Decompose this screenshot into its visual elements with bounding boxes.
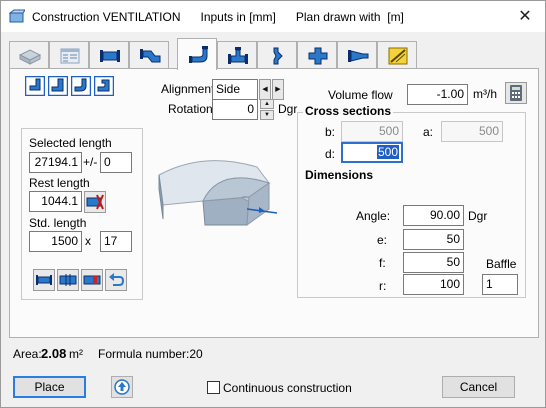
table-icon [60, 48, 80, 64]
r-label: r: [379, 279, 387, 293]
undo-icon [105, 269, 127, 291]
offset-duct-icon [140, 49, 161, 63]
e-label: e: [377, 233, 388, 247]
alignment-select[interactable]: Side [212, 79, 258, 100]
tolerance-sign: +/- [83, 155, 98, 169]
volume-flow-unit: m³/h [473, 87, 497, 101]
bend-type-1-icon [25, 76, 45, 96]
selected-length-label: Selected length [29, 136, 112, 150]
bend-duct-icon [189, 46, 208, 63]
up-arrow-button[interactable] [111, 376, 133, 398]
dialog-window: Construction VENTILATION Inputs in [mm] … [0, 0, 546, 408]
f-input[interactable]: 50 [403, 252, 464, 273]
straight-duct-icon [100, 50, 120, 62]
place-button[interactable]: Place [13, 376, 86, 398]
bend-type-3-icon [71, 76, 91, 96]
duct-segment-icon [33, 269, 55, 291]
bend-type-2-button[interactable] [48, 76, 68, 96]
rotation-spinner[interactable]: ▲ ▼ [260, 99, 274, 120]
bend-type-4-icon [94, 76, 114, 96]
dimensions-title: Dimensions [303, 168, 376, 182]
volume-flow-input[interactable]: -1.00 [407, 84, 468, 105]
d-input-value: 500 [376, 145, 399, 159]
a-label: a: [423, 125, 434, 139]
rotation-input[interactable]: 0 [212, 99, 258, 120]
std-length-label: Std. length [29, 216, 87, 230]
tab-straight-duct[interactable] [89, 41, 129, 69]
cut-duct-icon [84, 191, 106, 213]
selected-length-input[interactable]: 27194.1 [29, 152, 82, 173]
cross-sections-title: Cross sections [303, 104, 394, 118]
angle-input[interactable]: 90.00 [403, 205, 464, 226]
angle-unit: Dgr [468, 209, 488, 223]
tee-duct-icon [228, 47, 248, 64]
bend-type-4-button[interactable] [94, 76, 114, 96]
bend-preview-icon [158, 160, 278, 227]
area-label: Area: [13, 347, 42, 361]
baffle-input[interactable]: 1 [482, 274, 518, 295]
d-label: d: [325, 147, 336, 161]
e-input[interactable]: 50 [403, 229, 464, 250]
cut-length-button[interactable] [84, 191, 106, 213]
b-label: b: [325, 125, 336, 139]
std-length-input[interactable]: 1500 [29, 231, 82, 252]
std-count-input[interactable]: 17 [100, 231, 132, 252]
angle-label: Angle: [356, 209, 391, 223]
f-label: f: [379, 256, 386, 270]
rotation-label: Rotation [168, 102, 213, 116]
alignment-next-button[interactable]: ▶ [272, 79, 284, 100]
tab-tee-duct[interactable] [217, 41, 257, 69]
continuous-construction-label[interactable]: Continuous construction [223, 381, 352, 395]
rotation-up-button[interactable]: ▲ [260, 99, 274, 109]
diagonal-duct-icon [388, 47, 408, 65]
app-duct-icon [9, 9, 25, 23]
close-icon[interactable]: ✕ [515, 7, 535, 27]
bend-type-2-icon [48, 76, 68, 96]
duct-action-3-button[interactable] [81, 269, 103, 291]
bend-type-3-button[interactable] [71, 76, 91, 96]
alignment-prev-button[interactable]: ◀ [259, 79, 271, 100]
tolerance-input[interactable]: 0 [100, 152, 132, 173]
a-input[interactable]: 500 [441, 121, 503, 142]
duct-remove-icon [81, 269, 103, 291]
cancel-button[interactable]: Cancel [442, 376, 515, 398]
tab-iso-duct[interactable] [9, 41, 49, 69]
window-title: Construction VENTILATION Inputs in [mm] … [32, 10, 404, 24]
tab-transition-duct[interactable] [337, 41, 377, 69]
rest-length-label: Rest length [29, 176, 90, 190]
continuous-construction-checkbox[interactable] [207, 381, 220, 394]
calculator-icon [505, 82, 527, 104]
tab-offset-duct[interactable] [129, 41, 169, 69]
baffle-label: Baffle [486, 257, 517, 271]
tab-cross-duct[interactable] [297, 41, 337, 69]
r-input[interactable]: 100 [403, 274, 464, 295]
tab-bend-duct[interactable] [177, 38, 217, 70]
undo-button[interactable] [105, 269, 127, 291]
formula-number: Formula number:20 [98, 347, 203, 361]
volume-flow-label: Volume flow [328, 88, 393, 102]
rest-length-input[interactable]: 1044.1 [29, 191, 82, 212]
duct-action-1-button[interactable] [33, 269, 55, 291]
cross-duct-icon [308, 47, 328, 65]
b-input[interactable]: 500 [341, 121, 403, 142]
tab-diagonal-duct[interactable] [377, 41, 417, 69]
reducer-duct-icon [273, 47, 283, 65]
duct-split-icon [57, 269, 79, 291]
calculator-button[interactable] [505, 82, 527, 104]
rotation-down-button[interactable]: ▼ [260, 110, 274, 120]
tab-table[interactable] [49, 41, 89, 69]
tab-reducer-duct[interactable] [257, 41, 297, 69]
title-bar[interactable]: Construction VENTILATION Inputs in [mm] … [1, 1, 545, 32]
alignment-label: Alignment [161, 82, 215, 96]
area-unit: m² [69, 347, 83, 361]
iso-duct-icon [19, 49, 41, 65]
times-sign: x [85, 234, 91, 248]
transition-duct-icon [348, 50, 369, 62]
d-input[interactable]: 500 [341, 142, 403, 163]
up-arrow-icon [111, 376, 133, 398]
duct-action-2-button[interactable] [57, 269, 79, 291]
rotation-unit: Dgr [278, 102, 298, 116]
area-value: 2.08 [41, 346, 67, 361]
bend-type-1-button[interactable] [25, 76, 45, 96]
